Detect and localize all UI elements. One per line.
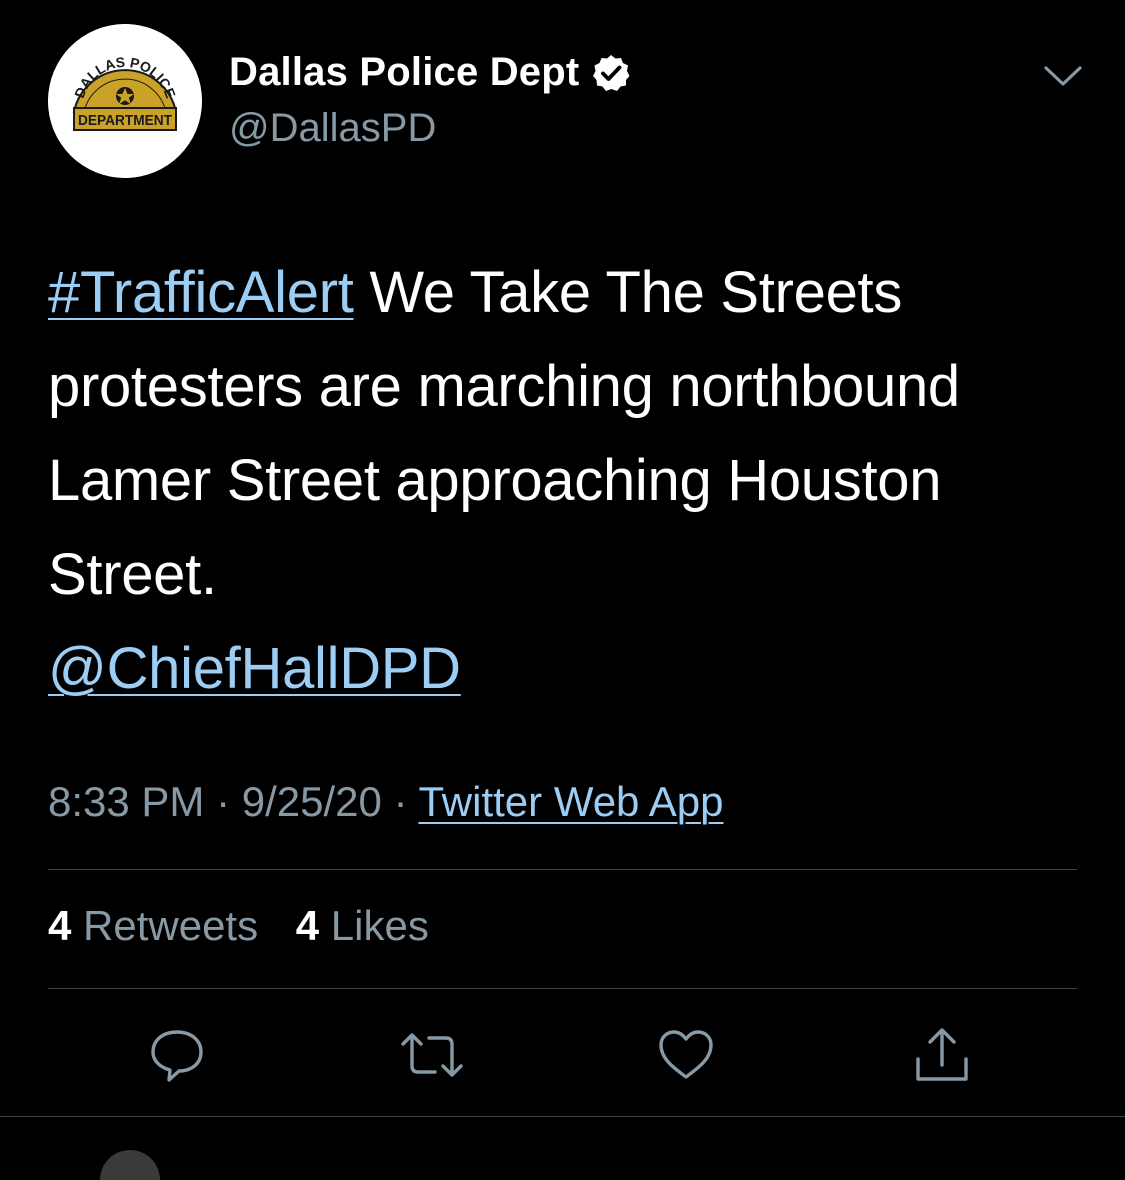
- divider: [48, 988, 1077, 989]
- chevron-down-icon[interactable]: [1040, 58, 1086, 94]
- next-tweet-avatar[interactable]: [100, 1150, 160, 1180]
- meta-separator: ·: [381, 778, 419, 825]
- author-handle[interactable]: @DallasPD: [229, 106, 436, 151]
- tweet-time: 8:33 PM: [48, 778, 205, 825]
- retweet-button[interactable]: [397, 1020, 467, 1090]
- tweet-line-4: Street.: [48, 542, 217, 607]
- retweets-count: 4: [48, 902, 72, 949]
- like-icon: [659, 1030, 713, 1079]
- avatar[interactable]: DALLAS POLICE DEPARTMENT: [48, 24, 202, 178]
- like-button[interactable]: [651, 1020, 721, 1090]
- tweet-line-3: Lamer Street approaching Houston: [48, 448, 942, 513]
- tweet-source-link[interactable]: Twitter Web App: [418, 778, 723, 825]
- meta-separator: ·: [204, 778, 242, 825]
- display-name[interactable]: Dallas Police Dept: [229, 50, 579, 95]
- tweet-stats: 4 Retweets 4 Likes: [48, 902, 455, 950]
- retweets-stat[interactable]: 4 Retweets: [48, 902, 258, 949]
- share-button[interactable]: [907, 1020, 977, 1090]
- retweets-label: Retweets: [71, 902, 259, 949]
- reply-icon: [151, 1030, 203, 1082]
- reply-button[interactable]: [142, 1020, 212, 1090]
- likes-stat[interactable]: 4 Likes: [296, 902, 429, 949]
- verified-badge-icon: [591, 53, 631, 93]
- likes-count: 4: [295, 902, 320, 949]
- tweet-line-2: protesters are marching northbound: [48, 354, 960, 419]
- tweet-line-5: @ChiefHallDPD: [48, 622, 1088, 716]
- likes-label: Likes: [319, 902, 429, 949]
- divider: [0, 1116, 1125, 1117]
- tweet-line-1: #TrafficAlert We Take The Streets: [48, 246, 1088, 340]
- tweet-detail: DALLAS POLICE DEPARTMENT Dallas Police D…: [0, 0, 1125, 1180]
- author-name-row[interactable]: Dallas Police Dept: [229, 50, 631, 95]
- avatar-banner-text: DEPARTMENT: [78, 112, 172, 129]
- tweet-text-segment: We Take The Streets: [353, 260, 903, 325]
- tweet-date: 9/25/20: [241, 778, 382, 825]
- hashtag-link[interactable]: #TrafficAlert: [48, 260, 354, 325]
- mention-link[interactable]: @ChiefHallDPD: [48, 636, 461, 701]
- divider: [48, 869, 1077, 870]
- tweet-text: #TrafficAlert We Take The Streets protes…: [48, 246, 1088, 716]
- retweet-icon: [401, 1033, 463, 1077]
- tweet-meta: 8:33 PM · 9/25/20 · Twitter Web App: [48, 778, 724, 826]
- share-icon: [916, 1028, 968, 1081]
- police-badge-logo: DALLAS POLICE DEPARTMENT: [48, 24, 202, 178]
